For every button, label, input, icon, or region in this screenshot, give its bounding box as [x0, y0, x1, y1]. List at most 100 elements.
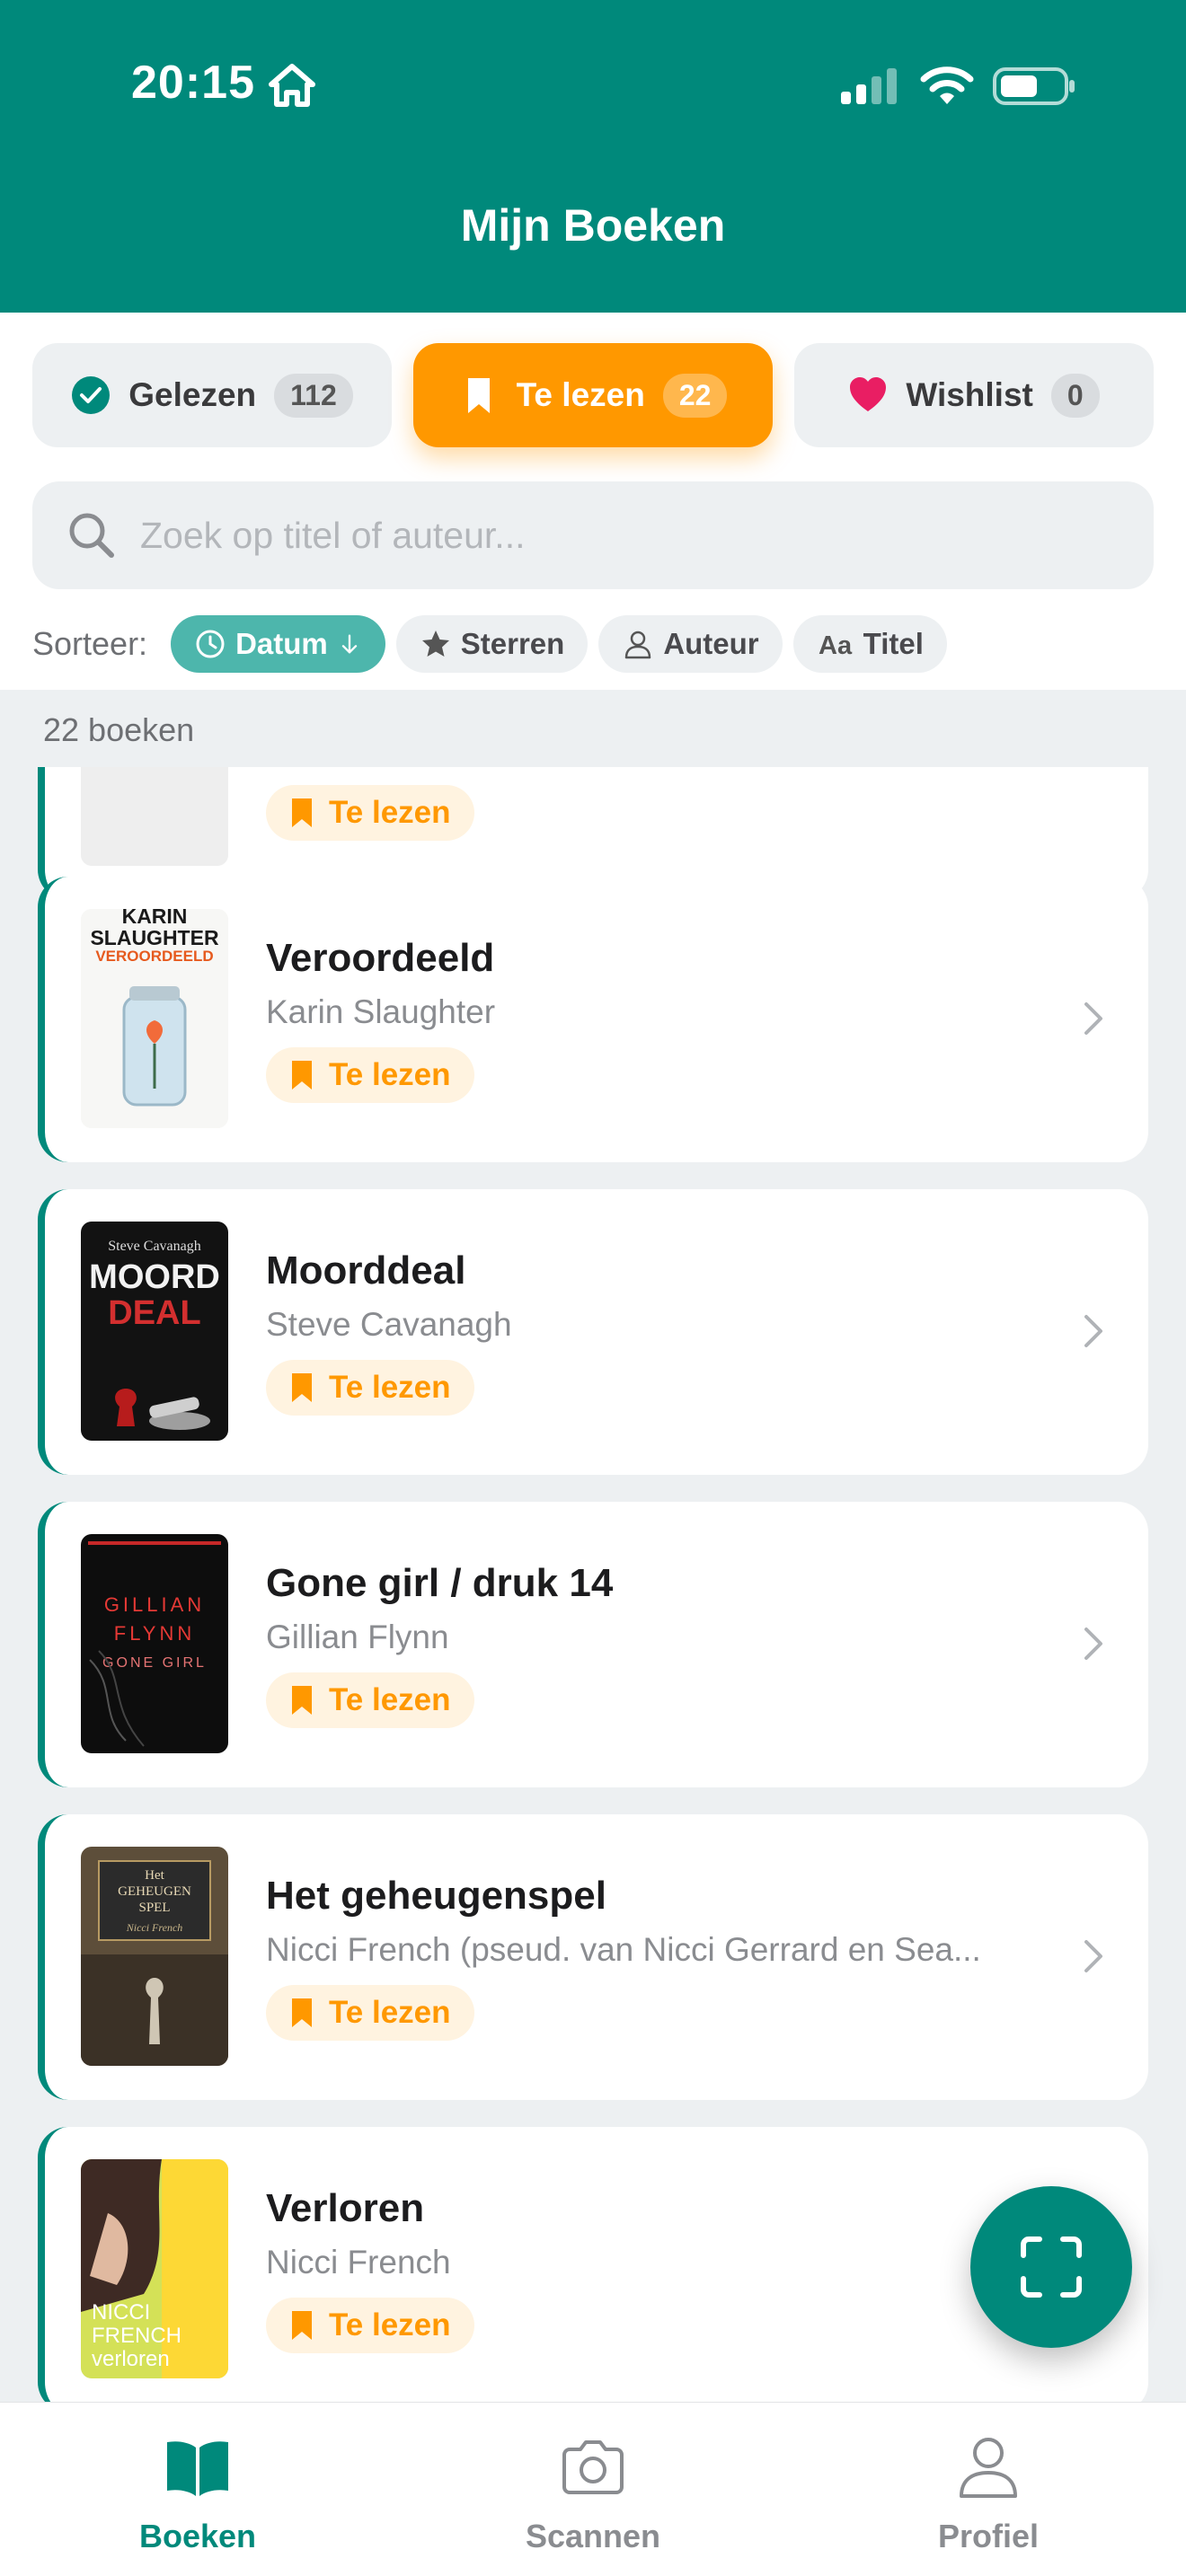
cover-art: KARIN SLAUGHTER VEROORDEELD — [81, 909, 228, 1128]
status-badge: Te lezen — [266, 1047, 474, 1103]
sort-chip-titel[interactable]: Aa Titel — [792, 615, 947, 673]
bookmark-icon — [292, 1998, 312, 2027]
bookmark-icon — [467, 378, 490, 413]
book-cover: Het GEHEUGEN SPEL Nicci French — [81, 1847, 228, 2066]
results-count-bar: 22 boeken — [0, 690, 1186, 767]
heart-icon — [850, 377, 887, 411]
nav-label: Boeken — [138, 2518, 257, 2554]
filter-controls: Gelezen 112 Te lezen 22 Wishlist 0 Sorte… — [0, 313, 1186, 690]
sort-chip-sterren[interactable]: Sterren — [395, 615, 589, 673]
camera-icon — [562, 2440, 624, 2494]
cover-art: Steve Cavanagh MOORD DEAL — [81, 1222, 228, 1441]
svg-text:GONE GIRL: GONE GIRL — [102, 1655, 207, 1671]
svg-text:VEROORDEELD: VEROORDEELD — [95, 948, 213, 965]
book-cover: KARIN SLAUGHTER VEROORDEELD — [81, 909, 228, 1128]
book-title: Verloren — [266, 2186, 425, 2230]
svg-text:KARIN: KARIN — [122, 909, 188, 928]
sort-chip-auteur[interactable]: Auteur — [598, 615, 783, 673]
bookmark-icon — [292, 798, 312, 827]
bookmark-icon — [292, 2311, 312, 2340]
nav-label: Scannen — [525, 2518, 661, 2554]
tab-gelezen[interactable]: Gelezen 112 — [32, 343, 392, 447]
book-author: Steve Cavanagh — [266, 1306, 512, 1343]
check-circle-icon — [72, 376, 111, 414]
nav-label: Profiel — [937, 2518, 1040, 2554]
svg-text:Nicci French: Nicci French — [126, 1921, 183, 1934]
svg-text:verloren: verloren — [92, 2347, 170, 2371]
status-badge: Te lezen — [266, 785, 474, 841]
svg-text:Steve Cavanagh: Steve Cavanagh — [108, 1239, 201, 1254]
book-card[interactable]: GILLIAN FLYNN GONE GIRL Gone girl / druk… — [38, 1502, 1148, 1787]
book-card[interactable]: Steve Cavanagh MOORD DEAL Moorddeal Stev… — [38, 1189, 1148, 1475]
book-author: Gillian Flynn — [266, 1619, 449, 1655]
book-card[interactable]: Het GEHEUGEN SPEL Nicci French Het geheu… — [38, 1814, 1148, 2100]
person-icon — [625, 631, 651, 659]
search-bar — [32, 481, 1154, 589]
bookmark-icon — [292, 1373, 312, 1402]
book-title: Veroordeeld — [266, 936, 495, 980]
status-time: 20:15 — [131, 57, 255, 109]
book-title: Gone girl / druk 14 — [266, 1561, 614, 1605]
svg-text:GILLIAN: GILLIAN — [104, 1593, 205, 1616]
svg-text:DEAL: DEAL — [108, 1294, 200, 1332]
book-cover — [81, 767, 228, 866]
tab-label: Wishlist — [906, 376, 1033, 413]
sort-chip-label: Datum — [235, 627, 328, 660]
status-badge: Te lezen — [266, 1672, 474, 1728]
chevron-right-icon — [1084, 1628, 1102, 1660]
cover-art: NICCI FRENCH verloren — [81, 2159, 228, 2378]
scan-frame-icon — [1021, 2236, 1082, 2298]
nav-item-scannen[interactable]: Scannen — [395, 2403, 791, 2576]
sort-chip-label: Auteur — [663, 627, 759, 660]
book-title: Het geheugenspel — [266, 1874, 606, 1918]
sort-chip-label: Sterren — [460, 627, 565, 660]
search-icon — [69, 513, 114, 558]
bookmark-icon — [292, 1061, 312, 1090]
book-author: Nicci French — [266, 2244, 451, 2280]
search-input[interactable] — [140, 514, 1093, 557]
book-author: Karin Slaughter — [266, 993, 496, 1030]
nav-item-profiel[interactable]: Profiel — [791, 2403, 1186, 2576]
cellular-signal-icon — [841, 68, 897, 104]
sort-options: Sorteer: Datum Sterren Auteur Aa Titel — [32, 614, 947, 674]
app-header: 20:15 Mijn Boeken — [0, 0, 1186, 313]
scan-button[interactable] — [970, 2186, 1132, 2348]
home-icon — [269, 64, 315, 107]
tab-label: Te lezen — [516, 376, 645, 413]
results-count: 22 boeken — [43, 711, 195, 748]
tab-count-badge: 0 — [1050, 373, 1100, 418]
svg-text:Het: Het — [145, 1868, 164, 1883]
chevron-right-icon — [1084, 1315, 1102, 1347]
svg-text:FLYNN: FLYNN — [114, 1622, 196, 1645]
book-author: Nicci French (pseud. van Nicci Gerrard e… — [266, 1931, 981, 1968]
book-cover: GILLIAN FLYNN GONE GIRL — [81, 1534, 228, 1753]
nav-item-boeken[interactable]: Boeken — [0, 2403, 395, 2576]
bookmark-icon — [292, 1686, 312, 1715]
tab-wishlist[interactable]: Wishlist 0 — [794, 343, 1154, 447]
status-badge: Te lezen — [266, 1985, 474, 2041]
svg-text:SPEL: SPEL — [138, 1901, 170, 1915]
clock-icon — [196, 630, 225, 658]
tab-te-lezen[interactable]: Te lezen 22 — [413, 343, 773, 447]
svg-text:FRENCH: FRENCH — [92, 2324, 181, 2348]
star-icon — [421, 631, 449, 657]
svg-text:GEHEUGEN: GEHEUGEN — [118, 1884, 191, 1899]
book-open-icon — [167, 2441, 228, 2496]
page-title: Mijn Boeken — [460, 200, 726, 251]
sort-label: Sorteer: — [32, 625, 148, 662]
arrow-down-icon — [341, 634, 357, 654]
sort-chip-label: Titel — [863, 627, 924, 660]
chevron-right-icon — [1084, 1002, 1102, 1035]
book-card[interactable]: KARIN SLAUGHTER VEROORDEELD Veroordeeld … — [38, 877, 1148, 1162]
sort-chip-datum[interactable]: Datum — [171, 615, 385, 673]
cover-art: Het GEHEUGEN SPEL Nicci French — [81, 1847, 228, 2066]
book-cover: Steve Cavanagh MOORD DEAL — [81, 1222, 228, 1441]
tab-count-badge: 22 — [662, 373, 728, 418]
cover-art: GILLIAN FLYNN GONE GIRL — [81, 1534, 228, 1753]
status-badge: Te lezen — [266, 2298, 474, 2353]
person-icon — [960, 2438, 1017, 2498]
tab-label: Gelezen — [128, 376, 257, 413]
book-list[interactable]: Te lezen KARIN SLAUGHTER VEROORDEELD Ver… — [0, 767, 1186, 2402]
battery-icon — [993, 67, 1075, 105]
book-cover: NICCI FRENCH verloren — [81, 2159, 228, 2378]
